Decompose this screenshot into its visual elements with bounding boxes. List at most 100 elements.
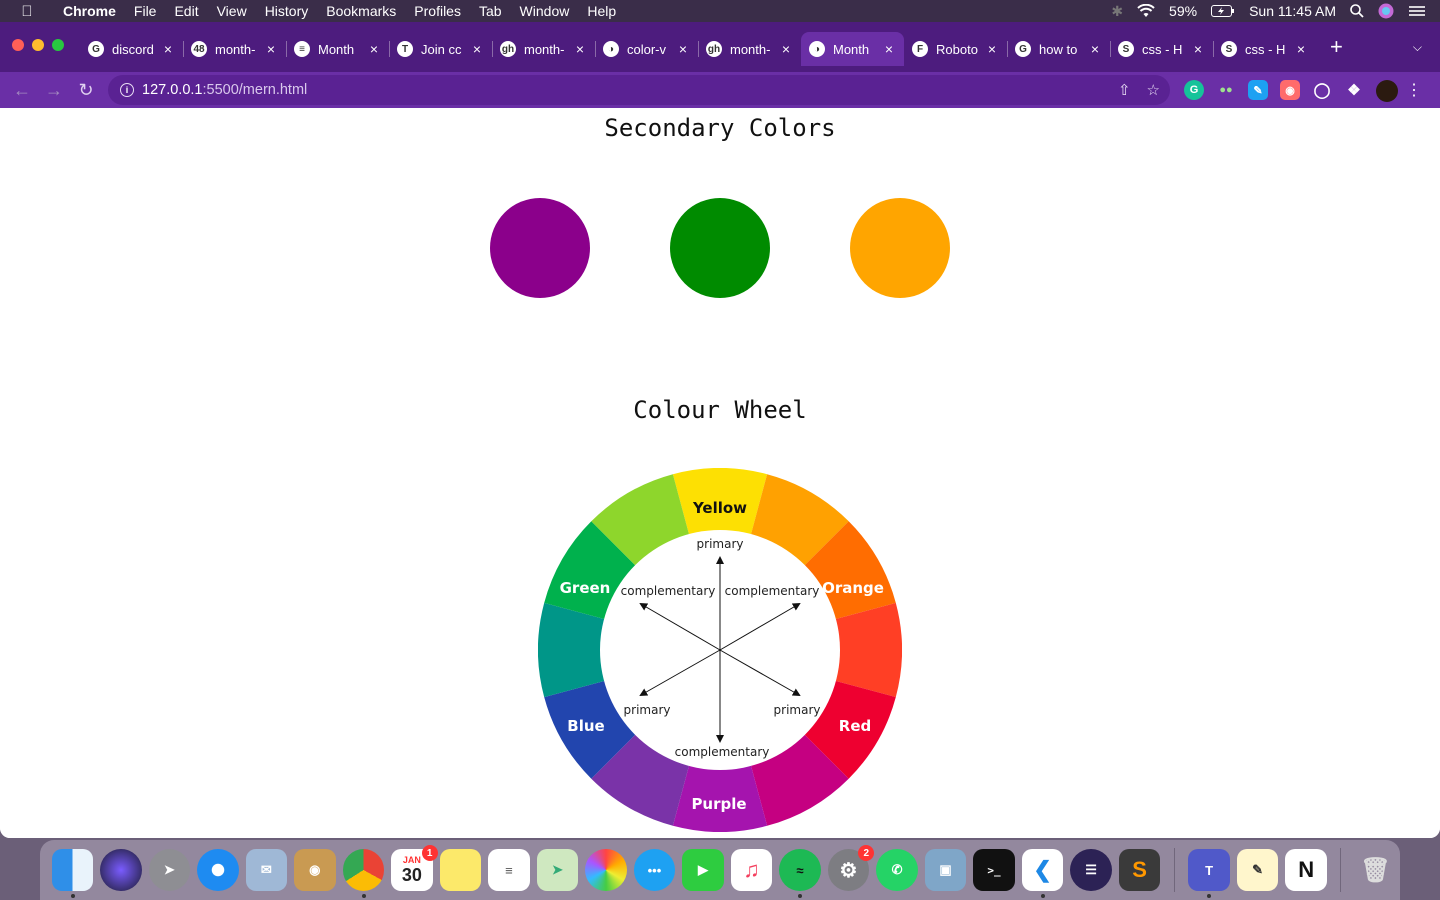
pen-extension-icon[interactable]: ✎ — [1248, 80, 1268, 100]
menu-file[interactable]: File — [125, 3, 166, 19]
spotify-icon[interactable]: ≈ — [779, 849, 821, 898]
tab-close-icon[interactable]: × — [470, 41, 484, 57]
tab-favicon-icon: ◑ — [809, 41, 825, 57]
eyes-extension-icon[interactable]: ●● — [1216, 80, 1236, 100]
tab-close-icon[interactable]: × — [779, 41, 793, 57]
tab-11[interactable]: Scss - H × — [1213, 32, 1316, 66]
tab-search-chevron-icon[interactable]: ⌵ — [1413, 40, 1422, 55]
system-preferences-icon[interactable]: ⚙ 2 — [827, 845, 875, 891]
tab-close-icon[interactable]: × — [573, 41, 587, 57]
profile-avatar[interactable] — [1376, 80, 1398, 102]
control-center-icon[interactable] — [1408, 4, 1426, 18]
globe-extension-icon[interactable]: ◯ — [1312, 80, 1332, 100]
tab-title: Roboto — [936, 41, 978, 57]
label-inner-top: primary — [697, 537, 744, 551]
facetime-icon[interactable]: ▶ — [682, 849, 724, 891]
tab-2[interactable]: ≡ Month × — [286, 32, 389, 66]
share-icon[interactable]: ⇧ — [1118, 81, 1131, 99]
grammarly-extension-icon[interactable]: G — [1184, 80, 1204, 100]
back-arrow-icon[interactable]: ← — [6, 80, 38, 101]
close-window-button[interactable] — [12, 39, 24, 51]
notes-icon[interactable] — [439, 849, 482, 891]
terminal-icon[interactable]: >_ — [973, 849, 1015, 891]
siri-app-icon[interactable] — [100, 849, 142, 891]
menu-app-chrome[interactable]: Chrome — [54, 3, 125, 19]
sublime-text-icon[interactable]: S — [1118, 849, 1161, 891]
menu-edit[interactable]: Edit — [165, 3, 207, 19]
menu-window[interactable]: Window — [511, 3, 579, 19]
teams-icon[interactable]: T — [1188, 849, 1230, 898]
tab-6[interactable]: gh month- × — [698, 32, 801, 66]
label-inner-bottom-left: primary — [624, 703, 671, 717]
dock-separator-trash — [1340, 848, 1342, 892]
bluetooth-icon[interactable]: ✱ — [1111, 3, 1123, 20]
tab-close-icon[interactable]: × — [367, 41, 381, 57]
menu-help[interactable]: Help — [578, 3, 625, 19]
tab-0[interactable]: Gdiscord × — [80, 32, 183, 66]
tab-close-icon[interactable]: × — [1294, 41, 1308, 57]
tab-10[interactable]: Scss - H × — [1110, 32, 1213, 66]
zoom-window-button[interactable] — [52, 39, 64, 51]
reminders-icon[interactable]: ≡ — [488, 849, 530, 891]
tab-close-icon[interactable]: × — [264, 41, 278, 57]
site-info-icon[interactable]: i — [120, 83, 134, 97]
forward-arrow-icon[interactable]: → — [38, 80, 70, 101]
safari-icon[interactable] — [197, 849, 239, 891]
screenshot-extension-icon[interactable]: ◉ — [1280, 80, 1300, 100]
tab-1[interactable]: 48 month- × — [183, 32, 286, 66]
tab-4[interactable]: gh month- × — [492, 32, 595, 66]
tab-9[interactable]: Ghow to × — [1007, 32, 1110, 66]
minimize-window-button[interactable] — [32, 39, 44, 51]
contacts-icon[interactable]: ◉ — [294, 849, 336, 891]
tab-close-icon[interactable]: × — [985, 41, 999, 57]
puzzle-extensions-icon[interactable]: ❖ — [1344, 80, 1364, 100]
tab-5[interactable]: ◑ color-v × — [595, 32, 698, 66]
siri-icon[interactable] — [1378, 3, 1394, 19]
finder-icon[interactable] — [51, 849, 94, 898]
menu-profiles[interactable]: Profiles — [405, 3, 470, 19]
tab-close-icon[interactable]: × — [161, 41, 175, 57]
mail-icon[interactable]: ✉ — [245, 849, 288, 891]
reload-icon[interactable]: ↻ — [70, 80, 102, 101]
menu-bookmarks[interactable]: Bookmarks — [317, 3, 405, 19]
textedit-icon[interactable]: ✎ — [1236, 849, 1279, 891]
preview-icon[interactable]: ▣ — [924, 849, 967, 891]
page-content: Secondary Colors Colour Wheel primary co… — [0, 108, 1440, 838]
maps-icon[interactable]: ➤ — [536, 849, 579, 891]
wifi-icon[interactable] — [1137, 4, 1155, 18]
photos-icon[interactable] — [585, 849, 627, 891]
tab-close-icon[interactable]: × — [1191, 41, 1205, 57]
calendar-icon[interactable]: JAN 30 1 — [391, 845, 438, 891]
trash-icon[interactable]: 🗑 — [1355, 849, 1397, 891]
spotlight-search-icon[interactable] — [1350, 4, 1364, 18]
address-bar[interactable]: i 127.0.0.1:5500/mern.html ⇧ ☆ — [108, 75, 1170, 105]
menu-view[interactable]: View — [208, 3, 256, 19]
tab-close-icon[interactable]: × — [882, 41, 896, 57]
messages-icon[interactable]: ••• — [633, 849, 676, 891]
notion-icon[interactable]: N — [1285, 849, 1327, 891]
eclipse-icon[interactable]: ☰ — [1070, 849, 1112, 891]
bookmark-star-icon[interactable]: ☆ — [1147, 81, 1160, 99]
tab-favicon-icon: 48 — [191, 41, 207, 57]
menubar-clock[interactable]: Sun 11:45 AM — [1249, 3, 1336, 19]
tab-7[interactable]: ◑ Month × — [801, 32, 904, 66]
whatsapp-icon[interactable]: ✆ — [876, 849, 918, 891]
chrome-icon[interactable] — [342, 849, 385, 898]
tab-8[interactable]: F Roboto × — [904, 32, 1007, 66]
launchpad-icon[interactable]: ➤ — [148, 849, 191, 891]
apple-icon[interactable]:  — [0, 3, 54, 20]
tab-close-icon[interactable]: × — [676, 41, 690, 57]
vscode-icon[interactable]: ❮ — [1021, 849, 1064, 898]
more-menu-icon[interactable]: ⋮ — [1406, 80, 1422, 100]
music-icon[interactable]: ♫ — [730, 849, 773, 891]
battery-icon[interactable] — [1211, 5, 1235, 17]
tab-3[interactable]: T Join cc × — [389, 32, 492, 66]
settings-badge: 2 — [858, 845, 875, 861]
menu-tab[interactable]: Tab — [470, 3, 511, 19]
tabs-list: Gdiscord × 48 month- × ≡ Month × T Join cc × gh mont… — [80, 32, 1316, 66]
calendar-month: JAN — [402, 854, 421, 865]
new-tab-button[interactable]: + — [1330, 36, 1343, 58]
menu-history[interactable]: History — [256, 3, 318, 19]
tab-close-icon[interactable]: × — [1088, 41, 1102, 57]
window-controls — [12, 39, 64, 51]
